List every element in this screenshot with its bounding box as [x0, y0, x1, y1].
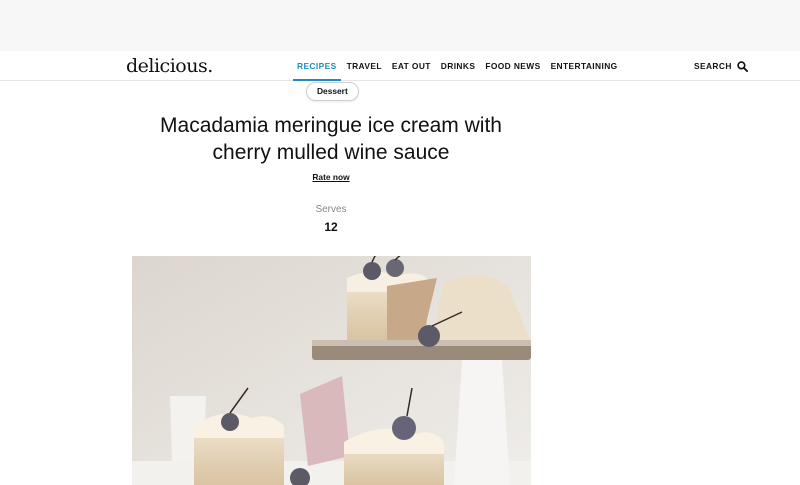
- recipe-hero-image: [132, 256, 531, 485]
- rate-now-link[interactable]: Rate now: [312, 172, 349, 182]
- nav-item-entertaining[interactable]: ENTERTAINING: [551, 51, 618, 81]
- nav-links: RECIPES TRAVEL EAT OUT DRINKS FOOD NEWS …: [293, 51, 628, 81]
- ad-banner: [0, 0, 800, 51]
- top-navigation: delicious. RECIPES TRAVEL EAT OUT DRINKS…: [0, 51, 800, 81]
- nav-item-travel[interactable]: TRAVEL: [347, 51, 382, 81]
- serves-label: Serves: [315, 204, 347, 215]
- search-button[interactable]: SEARCH: [694, 51, 748, 81]
- site-logo[interactable]: delicious.: [126, 55, 213, 77]
- nav-item-eat-out[interactable]: EAT OUT: [392, 51, 431, 81]
- rate-container: Rate now: [131, 172, 531, 182]
- nav-item-food-news[interactable]: FOOD NEWS: [485, 51, 540, 81]
- serves-value: 12: [324, 220, 338, 234]
- nav-item-recipes[interactable]: RECIPES: [293, 51, 341, 81]
- search-icon: [737, 60, 748, 72]
- nav-item-drinks[interactable]: DRINKS: [441, 51, 476, 81]
- recipe-title: Macadamia meringue ice cream with cherry…: [160, 114, 502, 164]
- category-tag[interactable]: Dessert: [306, 82, 359, 101]
- search-label: SEARCH: [694, 61, 732, 71]
